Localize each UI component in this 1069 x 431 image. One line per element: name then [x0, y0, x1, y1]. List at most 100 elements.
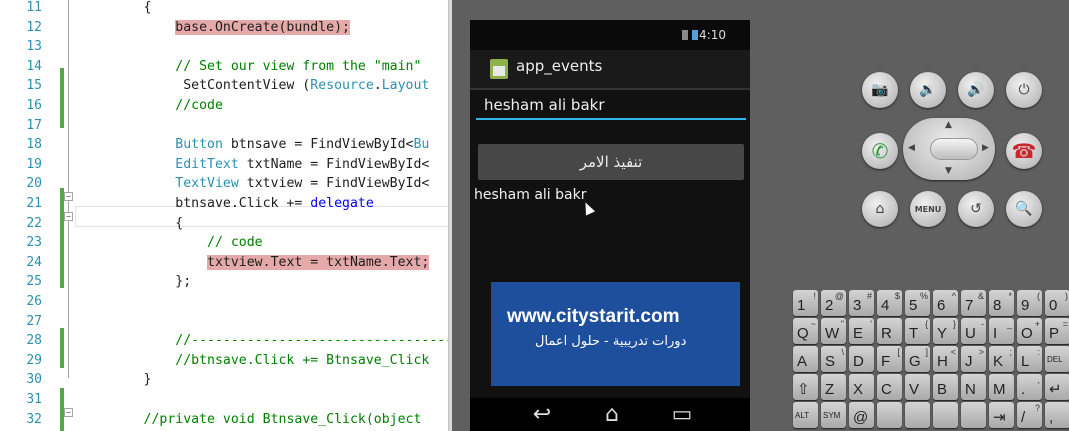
keyboard-key[interactable]: Y} [933, 318, 958, 344]
keyboard-key[interactable] [905, 402, 930, 428]
volume-up-button[interactable]: 🔊 [958, 72, 994, 108]
keyboard-key[interactable]: ALT [793, 402, 818, 428]
keyboard-key[interactable]: T{ [905, 318, 930, 344]
code-line[interactable]: }; [80, 272, 191, 292]
dpad-up-icon[interactable]: ▲ [945, 120, 952, 130]
code-line[interactable]: btnsave.Click += delegate [80, 194, 374, 214]
code-editor[interactable]: 11 12 13 14 15 16 17 18 19 20 21 22 23 24 25 26 27 28 29 30… [0, 0, 452, 431]
keyboard-key[interactable]: D [849, 346, 874, 372]
camera-button[interactable]: 📷 [862, 72, 898, 108]
keyboard-key[interactable]: P = [1045, 318, 1069, 344]
fold-toggle[interactable]: − [64, 212, 73, 221]
keyboard-key[interactable]: 7 & [961, 290, 986, 316]
keyboard-key[interactable]: ⇧ [793, 374, 818, 400]
keyboard-key[interactable]: 0) [1045, 290, 1069, 316]
code-line[interactable]: //private void Btnsave_Click(object [80, 410, 422, 430]
back-icon: ↺ [970, 201, 982, 217]
nav-back-icon[interactable]: ↩ [512, 398, 572, 431]
code-line[interactable]: // Set our view from the "main" [80, 57, 421, 77]
keyboard-key[interactable]: B [933, 374, 958, 400]
menu-button[interactable]: MENU [910, 191, 946, 227]
keyboard-key[interactable]: /? [1017, 402, 1042, 428]
keyboard-key[interactable]: 5% [905, 290, 930, 316]
nav-recents-icon[interactable]: ▭ [652, 398, 712, 431]
keyboard-key[interactable]: 9( [1017, 290, 1042, 316]
code-line[interactable]: txtview.Text = txtName.Text; [80, 253, 430, 273]
dpad-right-icon[interactable]: ▶ [982, 143, 989, 153]
end-call-icon: ☎ [1011, 139, 1037, 163]
keyboard-key[interactable] [961, 402, 986, 428]
keyboard-key[interactable]: U- [961, 318, 986, 344]
code-line[interactable]: //------------------------------------ [80, 331, 452, 351]
back-button[interactable]: ↺ [958, 191, 994, 227]
keyboard-key[interactable]: SYM [821, 402, 846, 428]
keyboard-key[interactable]: S \ [821, 346, 846, 372]
android-emulator: 4:10 app_events تنفيذ الامر hesham ali b… [452, 0, 1069, 431]
keyboard-key[interactable]: ↵ [1045, 374, 1069, 400]
change-indicator-bar [60, 328, 64, 368]
code-line[interactable]: EditText txtName = FindViewById< [80, 155, 429, 175]
keyboard-key[interactable]: Z [821, 374, 846, 400]
keyboard-key[interactable]: N [961, 374, 986, 400]
code-line[interactable]: //btnsave.Click += Btnsave_Click [80, 351, 429, 371]
keyboard-key[interactable]: @ [849, 402, 874, 428]
keyboard-key[interactable]: K; [989, 346, 1014, 372]
execute-button[interactable]: تنفيذ الامر [478, 144, 744, 180]
code-line[interactable]: { [80, 0, 152, 18]
code-line[interactable]: } [80, 370, 152, 390]
keyboard-key[interactable]: 6 ^ [933, 290, 958, 316]
keyboard-key[interactable]: 4 $ [877, 290, 902, 316]
keyboard-key[interactable]: DEL [1045, 346, 1069, 372]
code-line[interactable]: { [80, 214, 183, 234]
keyboard-key[interactable]: H < [933, 346, 958, 372]
end-call-button[interactable]: ☎ [1006, 133, 1042, 169]
ad-banner[interactable]: www.citystarit.com دورات تدريبية - حلول … [491, 282, 740, 386]
keyboard-key[interactable]: 8 * [989, 290, 1014, 316]
keyboard-key[interactable]: G] [905, 346, 930, 372]
keyboard-key[interactable]: X [849, 374, 874, 400]
key-alt-label: " [840, 319, 844, 329]
keyboard-key[interactable]: F[ [877, 346, 902, 372]
dpad-down-icon[interactable]: ▼ [945, 166, 952, 176]
keyboard-key[interactable]: R [877, 318, 902, 344]
keyboard-key[interactable]: V [905, 374, 930, 400]
volume-down-button[interactable]: 🔉 [910, 72, 946, 108]
keyboard-key[interactable]: M [989, 374, 1014, 400]
fold-toggle[interactable]: − [64, 408, 73, 417]
code-line[interactable]: // code [80, 233, 263, 253]
keyboard-key[interactable]: 3 # [849, 290, 874, 316]
code-line[interactable]: SetContentView (Resource.Layout [80, 76, 429, 96]
keyboard-key[interactable]: W " [821, 318, 846, 344]
keyboard-key[interactable]: I _ [989, 318, 1014, 344]
dpad-left-icon[interactable]: ◀ [908, 143, 915, 153]
code-line[interactable]: //code [80, 96, 223, 116]
fold-toggle[interactable]: − [64, 192, 73, 201]
keyboard-key[interactable]: , [1045, 402, 1069, 428]
name-input[interactable] [476, 92, 746, 120]
keyboard-key[interactable] [877, 402, 902, 428]
keyboard-key[interactable]: 2 @ [821, 290, 846, 316]
home-button[interactable]: ⌂ [862, 191, 898, 227]
nav-home-icon[interactable]: ⌂ [582, 398, 642, 431]
search-button[interactable]: 🔍 [1006, 191, 1042, 227]
keyboard-key[interactable]: O + [1017, 318, 1042, 344]
keyboard-key[interactable]: 1! [793, 290, 818, 316]
phone-screen[interactable]: 4:10 app_events تنفيذ الامر hesham ali b… [470, 20, 750, 431]
power-button[interactable]: ⏻ [1006, 72, 1042, 108]
keyboard-key[interactable]: J > [961, 346, 986, 372]
line-number: 23 [26, 235, 42, 251]
call-button[interactable]: ✆ [862, 133, 898, 169]
keyboard-key[interactable] [933, 402, 958, 428]
keyboard-key[interactable]: C [877, 374, 902, 400]
keyboard-key[interactable]: ., [1017, 374, 1042, 400]
code-line[interactable]: TextView txtview = FindViewById< [80, 174, 429, 194]
keyboard-key[interactable]: A [793, 346, 818, 372]
key-alt-label: ? [1034, 403, 1040, 413]
code-line[interactable]: Button btnsave = FindViewById<Bu [80, 135, 429, 155]
code-line[interactable]: base.OnCreate(bundle); [80, 18, 350, 38]
keyboard-key[interactable]: Q ~ [793, 318, 818, 344]
dpad-center-button[interactable] [930, 138, 978, 160]
keyboard-key[interactable]: E ' [849, 318, 874, 344]
keyboard-key[interactable]: L: [1017, 346, 1042, 372]
keyboard-key[interactable]: ⇥ [989, 402, 1014, 428]
